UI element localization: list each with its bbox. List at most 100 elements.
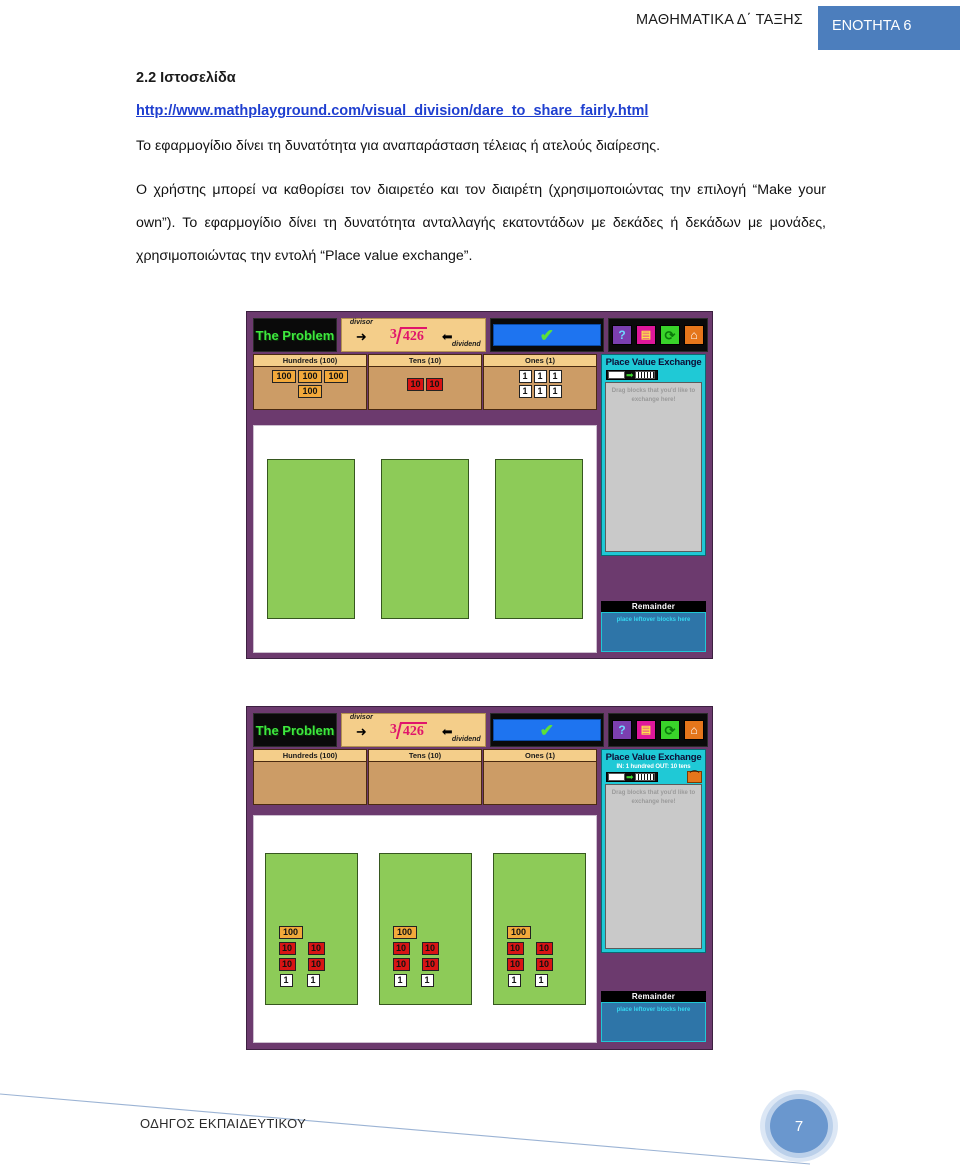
one-block[interactable]: 1 — [548, 370, 562, 383]
share-box[interactable] — [495, 459, 583, 619]
ten-block[interactable]: 10 — [278, 942, 296, 955]
division-expression-1: divisor ➜ 3 426 ⬅ dividend — [340, 318, 486, 352]
ten-block[interactable]: 10 — [392, 942, 410, 955]
tens-body-2[interactable] — [369, 762, 481, 804]
ten-block[interactable]: 10 — [421, 942, 439, 955]
one-block[interactable]: 1 — [518, 385, 532, 398]
check-button-1[interactable]: ✔ — [492, 324, 601, 346]
check-answer-panel-1: ✔ — [489, 318, 604, 352]
remainder-title-1: Remainder — [601, 601, 706, 612]
refresh-icon-2[interactable]: ⟳ — [660, 720, 680, 740]
problem-label-1: The Problem — [255, 327, 335, 343]
list-icon-2[interactable]: ▤ — [636, 720, 656, 740]
one-block[interactable]: 1 — [393, 974, 407, 987]
hundreds-header-2: Hundreds (100) — [254, 750, 366, 762]
ten-block[interactable]: 10 — [506, 958, 524, 971]
one-block[interactable]: 1 — [548, 385, 562, 398]
pve-dropzone-2[interactable]: Drag blocks that you'd like to exchange … — [605, 784, 702, 949]
unit-badge: ΕΝΟΤΗΤΑ 6 — [818, 6, 960, 50]
share-box[interactable]: 100 10 10 10 10 1 1 — [264, 853, 358, 1005]
hundreds-column-2[interactable]: Hundreds (100) — [253, 749, 367, 805]
share-box[interactable] — [267, 459, 355, 619]
ten-block[interactable]: 10 — [278, 958, 296, 971]
ones-body-2[interactable] — [484, 762, 596, 804]
remainder-title-2: Remainder — [601, 991, 706, 1002]
ones-header-2: Ones (1) — [484, 750, 596, 762]
share-box[interactable]: 100 10 10 10 10 1 1 — [492, 853, 586, 1005]
hundred-block[interactable]: 100 — [298, 385, 322, 398]
hundred-block[interactable]: 100 — [324, 370, 348, 383]
pve-title-2: Place Value Exchange — [605, 752, 702, 763]
place-value-exchange-panel-2[interactable]: Place Value Exchange IN: 1 hundred OUT: … — [601, 749, 706, 953]
hundreds-column-1[interactable]: Hundreds (100) 100 100 100 100 — [253, 354, 367, 410]
tens-column-1[interactable]: Tens (10) 10 10 — [368, 354, 482, 410]
one-block[interactable]: 1 — [534, 974, 548, 987]
ten-block[interactable]: 10 — [407, 378, 424, 391]
one-block[interactable]: 1 — [533, 385, 547, 398]
hundred-block[interactable]: 100 — [298, 370, 322, 383]
hundred-block[interactable]: 100 — [272, 370, 296, 383]
hundred-block[interactable]: 100 — [278, 926, 303, 939]
block-row: 100 — [278, 926, 325, 939]
divisor-caption-2: divisor — [349, 714, 373, 721]
one-block[interactable]: 1 — [518, 370, 532, 383]
hundred-block[interactable]: 100 — [392, 926, 417, 939]
list-icon-1[interactable]: ▤ — [636, 325, 656, 345]
hundreds-body-2[interactable] — [254, 762, 366, 804]
section-title: 2.2 Ιστοσελίδα — [136, 70, 236, 86]
remainder-dropzone-1[interactable]: place leftover blocks here — [601, 612, 706, 652]
one-block[interactable]: 1 — [420, 974, 434, 987]
divisor-arrow-icon-1: ➜ — [355, 329, 367, 344]
pve-hint-line1-2: Drag blocks that you'd like to — [611, 790, 696, 796]
pve-dropzone-1[interactable]: Drag blocks that you'd like to exchange … — [605, 382, 702, 552]
dividend-caption-2: dividend — [451, 736, 481, 743]
ten-block[interactable]: 10 — [421, 958, 439, 971]
check-button-2[interactable]: ✔ — [492, 719, 601, 741]
home-icon-2[interactable]: ⌂ — [684, 720, 704, 740]
share-box[interactable] — [381, 459, 469, 619]
remainder-dropzone-2[interactable]: place leftover blocks here — [601, 1002, 706, 1042]
ten-block[interactable]: 10 — [307, 942, 325, 955]
one-block[interactable]: 1 — [533, 370, 547, 383]
refresh-icon-1[interactable]: ⟳ — [660, 325, 680, 345]
ten-block[interactable]: 10 — [307, 958, 325, 971]
help-icon-1[interactable]: ? — [612, 325, 632, 345]
problem-panel-2: The Problem — [253, 713, 337, 747]
ten-block[interactable]: 10 — [392, 958, 410, 971]
tens-column-2[interactable]: Tens (10) — [368, 749, 482, 805]
hundreds-body-1[interactable]: 100 100 100 100 — [254, 367, 366, 409]
undo-icon-2[interactable]: ⌒ — [687, 771, 702, 783]
share-area-2: 100 10 10 10 10 1 1 100 10 10 10 10 1 1 … — [253, 815, 597, 1043]
help-icon-2[interactable]: ? — [612, 720, 632, 740]
one-block[interactable]: 1 — [507, 974, 521, 987]
remainder-panel-1[interactable]: Remainder place leftover blocks here — [601, 601, 706, 652]
home-icon-1[interactable]: ⌂ — [684, 325, 704, 345]
unit-swatch-icon-1 — [608, 371, 625, 379]
ten-block[interactable]: 10 — [426, 378, 443, 391]
applet-toolbar-2: The Problem divisor ➜ 3 426 ⬅ dividend ✔… — [253, 713, 708, 747]
applet-screenshot-initial: The Problem divisor ➜ 3 426 ⬅ dividend ✔… — [246, 311, 713, 659]
remainder-panel-2[interactable]: Remainder place leftover blocks here — [601, 991, 706, 1042]
ten-block[interactable]: 10 — [535, 942, 553, 955]
place-value-exchange-panel-1[interactable]: Place Value Exchange ➡ Drag blocks that … — [601, 354, 706, 556]
ten-block[interactable]: 10 — [535, 958, 553, 971]
ones-column-1[interactable]: Ones (1) 1 1 1 1 1 1 — [483, 354, 597, 410]
external-url-link[interactable]: http://www.mathplayground.com/visual_div… — [136, 103, 836, 119]
share-box-blocks: 100 10 10 10 10 1 1 — [278, 926, 325, 990]
block-row: 10 10 — [278, 958, 325, 971]
share-box[interactable]: 100 10 10 10 10 1 1 — [378, 853, 472, 1005]
ones-body-1[interactable]: 1 1 1 1 1 1 — [484, 367, 596, 409]
page-number: 7 — [770, 1099, 828, 1153]
tens-body-1[interactable]: 10 10 — [369, 367, 481, 409]
hundred-block[interactable]: 100 — [506, 926, 531, 939]
one-block[interactable]: 1 — [279, 974, 293, 987]
footer-label: ΟΔΗΓΟΣ ΕΚΠΑΙΔΕΥΤΙΚΟΥ — [140, 1116, 307, 1131]
exchange-swatch-2[interactable]: ➡ — [606, 772, 658, 782]
hundreds-header-1: Hundreds (100) — [254, 355, 366, 367]
block-row: 10 10 — [506, 942, 553, 955]
exchange-swatch-1[interactable]: ➡ — [606, 370, 658, 380]
ten-block[interactable]: 10 — [506, 942, 524, 955]
one-block[interactable]: 1 — [306, 974, 320, 987]
ones-column-2[interactable]: Ones (1) — [483, 749, 597, 805]
tens-header-1: Tens (10) — [369, 355, 481, 367]
